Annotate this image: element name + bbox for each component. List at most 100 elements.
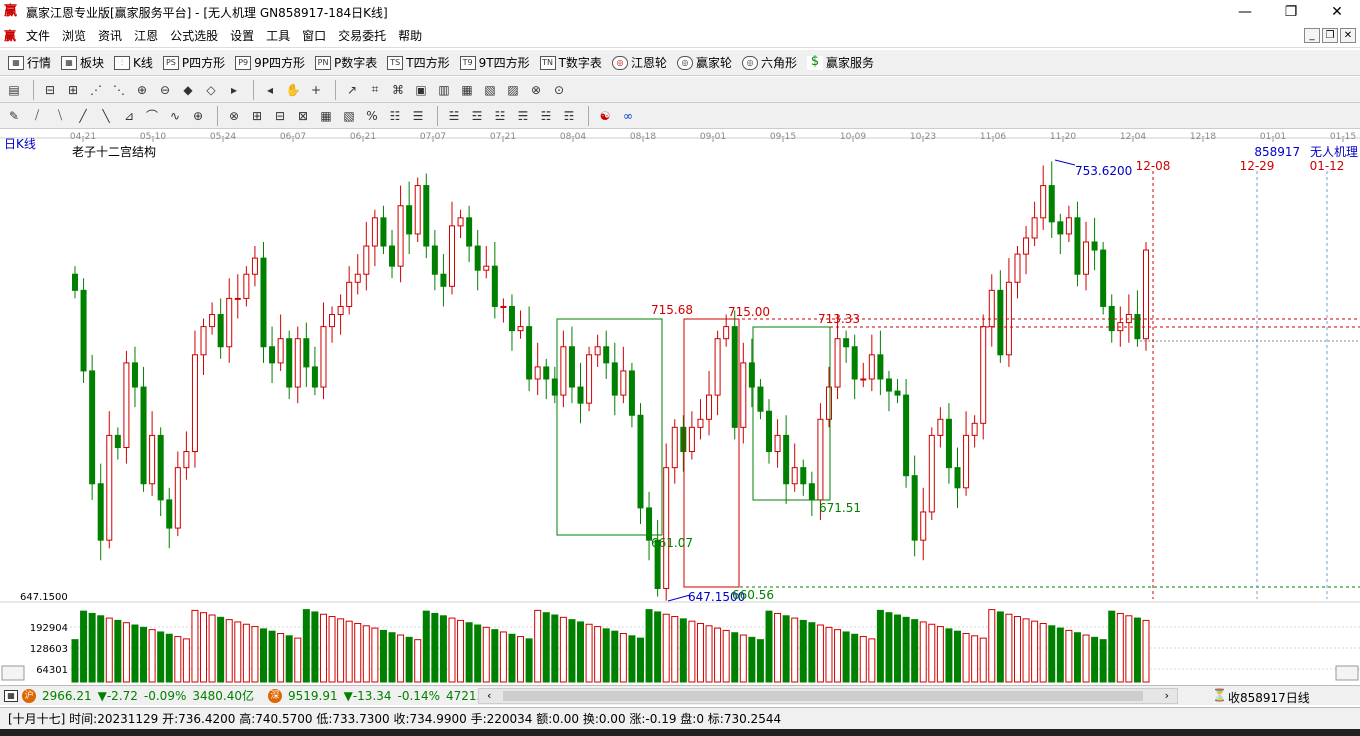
scroll-left-icon[interactable]: ‹ (487, 689, 491, 702)
drawing-tool-icon[interactable]: ⊗ (526, 80, 546, 100)
menu-tools[interactable]: 工具 (260, 27, 296, 44)
drawing-tool-icon[interactable]: ↗ (342, 80, 362, 100)
maximize-button[interactable]: ❐ (1268, 0, 1314, 24)
drawing-tool-icon[interactable]: ▣ (411, 80, 431, 100)
drawing-tool-icon[interactable]: ▦ (457, 80, 477, 100)
volume-bar (645, 609, 653, 683)
gann-tool-icon[interactable]: ∞ (618, 106, 638, 126)
gann-tool-icon[interactable]: ☯ (595, 106, 615, 126)
volume-bar (568, 619, 576, 683)
menu-help[interactable]: 帮助 (392, 27, 428, 44)
gann-tool-icon[interactable]: ☵ (536, 106, 556, 126)
drawing-tool-icon[interactable]: ◂ (260, 80, 280, 100)
drawing-tool-icon[interactable]: ◇ (201, 80, 221, 100)
kline-chart-svg[interactable]: 04-21 05-10 05-24 06-07 06-21 07-07 07-21 08-04… (0, 129, 1360, 684)
toolbar-gann-wheel-button[interactable]: ◎ 江恩轮 (611, 54, 667, 71)
toolbar-p-number-button[interactable]: PN P数字表 (315, 54, 377, 71)
gann-tool-icon[interactable]: ⊕ (188, 106, 208, 126)
gann-tool-icon[interactable]: ☱ (444, 106, 464, 126)
gann-tool-icon[interactable]: ⊟ (270, 106, 290, 126)
toolbar-quotes-button[interactable]: ▦ 行情 (8, 54, 51, 71)
menu-formula[interactable]: 公式选股 (164, 27, 224, 44)
gann-tool-icon[interactable]: ▧ (339, 106, 359, 126)
9p-square-icon: P9 (235, 55, 252, 70)
toolbar-winner-wheel-button[interactable]: ◎ 赢家轮 (676, 54, 732, 71)
menu-gann[interactable]: 江恩 (128, 27, 164, 44)
gann-tool-icon[interactable]: ☴ (513, 106, 533, 126)
menu-info[interactable]: 资讯 (92, 27, 128, 44)
drawing-tool-icon[interactable]: ▧ (480, 80, 500, 100)
gann-tool-icon[interactable]: % (362, 106, 382, 126)
toolbar-hexagon-button[interactable]: ◎ 六角形 (741, 54, 797, 71)
toolbar-p-square-button[interactable]: PS P四方形 (162, 54, 225, 71)
toolbar-sector-button[interactable]: ▦ 板块 (61, 54, 104, 71)
drawing-tool-icon[interactable]: ⌘ (388, 80, 408, 100)
volume-bar (705, 625, 713, 683)
candle-body (1023, 237, 1030, 255)
toolbar-kline-button[interactable]: ⫶ K线 (114, 54, 153, 71)
sector-icon: ▦ (61, 55, 78, 70)
drawing-tool-icon[interactable]: ⌗ (365, 80, 385, 100)
drawing-tool-icon[interactable]: ⋰ (86, 80, 106, 100)
minimize-button[interactable]: — (1222, 0, 1268, 24)
kline-chart-panel[interactable]: 04-21 05-10 05-24 06-07 06-21 07-07 07-21 08-04… (0, 129, 1360, 684)
grid-icon[interactable]: ▦ (4, 689, 18, 702)
candle-body (1100, 249, 1107, 307)
gann-tool-icon[interactable]: ⌒ (142, 106, 162, 126)
gann-tool-icon[interactable]: ╲ (96, 106, 116, 126)
toolbar-t-number-button[interactable]: TN T数字表 (539, 54, 602, 71)
menu-settings[interactable]: 设置 (224, 27, 260, 44)
gann-tool-icon[interactable]: ∿ (165, 106, 185, 126)
drawing-tool-icon[interactable]: ▨ (503, 80, 523, 100)
gann-tool-icon[interactable]: ☳ (490, 106, 510, 126)
drawing-tool-icon[interactable]: ⊕ (132, 80, 152, 100)
menu-logo-icon[interactable]: 赢 (4, 27, 16, 44)
scroll-right-icon[interactable]: › (1165, 689, 1169, 702)
menu-window[interactable]: 窗口 (296, 27, 332, 44)
toolbar-9t-square-button[interactable]: T9 9T四方形 (459, 54, 530, 71)
gann-tool-icon[interactable]: ⊗ (224, 106, 244, 126)
menu-browse[interactable]: 浏览 (56, 27, 92, 44)
close-button[interactable]: ✕ (1314, 0, 1360, 24)
mdi-minimize-button[interactable]: _ (1304, 28, 1320, 43)
candle-body (508, 305, 515, 332)
drawing-tool-icon[interactable]: ▤ (4, 80, 24, 100)
gann-tool-icon[interactable]: ⊿ (119, 106, 139, 126)
scroll-thumb[interactable] (503, 691, 1143, 701)
drawing-tool-icon[interactable]: ⊟ (40, 80, 60, 100)
horizontal-scrollbar[interactable]: ‹ › (478, 688, 1178, 704)
drawing-tool-icon[interactable]: ✋ (283, 80, 303, 100)
mdi-close-button[interactable]: ✕ (1340, 28, 1356, 43)
candle-body (303, 338, 310, 368)
candle-body (534, 366, 541, 380)
gann-tool-icon[interactable]: ☶ (559, 106, 579, 126)
drawing-tool-icon[interactable]: ▥ (434, 80, 454, 100)
drawing-tool-icon[interactable]: ⊙ (549, 80, 569, 100)
gann-tool-icon[interactable]: ⊞ (247, 106, 267, 126)
drawing-tool-icon[interactable]: ▸ (224, 80, 244, 100)
gann-tool-icon[interactable]: ⧸ (27, 106, 47, 126)
gann-tool-icon[interactable]: ▦ (316, 106, 336, 126)
drawing-tool-icon[interactable]: ⊖ (155, 80, 175, 100)
candle-body (140, 386, 147, 485)
gann-tool-icon[interactable]: ⧹ (50, 106, 70, 126)
drawing-tool-icon[interactable]: ◆ (178, 80, 198, 100)
gann-tool-icon[interactable]: ╱ (73, 106, 93, 126)
gann-tool-icon[interactable]: ✎ (4, 106, 24, 126)
t-number-icon: TN (539, 55, 556, 70)
gann-tool-icon[interactable]: ☲ (467, 106, 487, 126)
toolbar-service-button[interactable]: $ 赢家服务 (806, 54, 874, 71)
gann-tool-icon[interactable]: ☰ (408, 106, 428, 126)
drawing-tool-icon[interactable]: + (306, 80, 326, 100)
drawing-tool-icon[interactable]: ⊞ (63, 80, 83, 100)
menu-file[interactable]: 文件 (20, 27, 56, 44)
toolbar-t-square-button[interactable]: TS T四方形 (387, 54, 450, 71)
filter-icon[interactable]: ⏳ (1212, 688, 1227, 702)
gann-tool-icon[interactable]: ☷ (385, 106, 405, 126)
volume-bar (345, 620, 353, 683)
drawing-tool-icon[interactable]: ⋱ (109, 80, 129, 100)
mdi-restore-button[interactable]: ❐ (1322, 28, 1338, 43)
gann-tool-icon[interactable]: ⊠ (293, 106, 313, 126)
toolbar-9p-square-button[interactable]: P9 9P四方形 (235, 54, 305, 71)
menu-trade[interactable]: 交易委托 (332, 27, 392, 44)
